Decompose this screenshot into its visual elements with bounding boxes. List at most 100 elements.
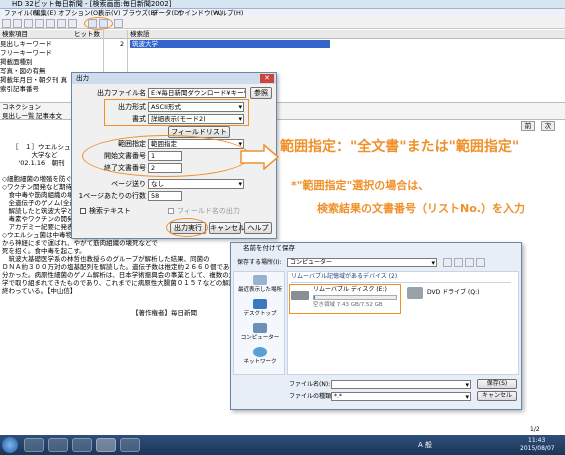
nav-computer[interactable]: コンピューター [235,335,285,342]
menu-edit[interactable]: 編集(E) [34,9,56,18]
article-line: 毒素やワクチンの開発に [2,215,81,223]
hit-count: 2 [120,40,125,48]
drive-highlight [289,284,401,314]
page-indicator: 1/2 [530,426,540,433]
article-line: 死を招く。食中毒を起こす。 [2,247,86,255]
article-line: 大学など [12,151,58,159]
list-icon[interactable] [24,19,33,28]
menu-help[interactable]: ヘルプ(H) [214,9,243,18]
recent-places-icon [253,275,267,285]
article-line: 分かった。病原性細菌のゲノム解析は、日本学術振興会の事業として、複数の大 [2,271,236,279]
save-filename-input[interactable] [331,380,471,389]
table-row[interactable]: フリーキーワード [0,49,120,57]
range-highlight [82,135,250,177]
article-line: 筑波大基礎医学系の林哲也教授らのグループが解析した結果、同菌の [2,255,210,263]
save-cancel-button[interactable]: キャンセル [477,391,517,401]
save-location-select[interactable]: コンピューター [287,258,437,267]
drive-dvd[interactable]: DVD ドライブ (Q:) [407,285,511,305]
output-dialog-title: 出力 [72,73,276,84]
table-row[interactable]: 掲載面種別 [0,58,120,66]
toolbar [0,17,565,30]
search-table-header: 検索項目 ヒット数 検索語 [0,30,565,39]
section-divider [291,282,511,283]
article-line: 食中毒や筋肉組織の壊 [2,191,74,199]
col-hits: ヒット数 [74,30,100,38]
new-folder-icon[interactable] [465,258,474,267]
nav-network[interactable]: ネットワーク [235,359,285,366]
search-icon[interactable] [13,19,22,28]
next-icon[interactable] [57,19,66,28]
nav-desktop[interactable]: デスクトップ [235,311,285,318]
filename-label: 出力ファイル名 [97,89,146,97]
run-highlight [166,218,208,237]
format-highlight [104,99,249,126]
next-article-button[interactable]: 次 [541,121,555,131]
window-title-bar: HD 32ビット毎日新聞 - [検索画面:毎日新聞2002] [0,0,565,9]
network-icon [253,347,267,357]
computer-icon [253,323,267,333]
lines-per-page-input[interactable]: 58 [148,191,182,201]
explorer-icon[interactable] [48,438,68,452]
media-player-icon[interactable] [72,438,92,452]
nav-recent[interactable]: 最近表示した場所 [235,287,285,294]
prev-icon[interactable] [46,19,55,28]
article-icon[interactable] [35,19,44,28]
cancel-button[interactable]: キャンセル [209,222,245,234]
lines-per-page-label: 1ページあたりの行数 [78,192,146,200]
pane-label: コネクション [2,103,41,111]
newspaper-app-icon[interactable] [96,438,116,452]
article-line: 解読したと筑波大学と東 [2,207,81,215]
field-name-label: フィールド名の出力 [177,207,240,215]
start-button[interactable] [2,437,18,453]
save-location-label: 保存する場所(I): [237,259,282,266]
article-line: ◇ウエルシュ菌は中毒物質 [2,231,79,239]
ime-indicator[interactable]: A 般 [418,441,432,449]
open-icon[interactable] [2,19,11,28]
clock-date[interactable]: 2015/08/07 [520,445,555,452]
print-icon[interactable] [68,19,77,28]
page-break-label: ページ送り [111,180,146,188]
prev-article-button[interactable]: 前 [521,121,535,131]
close-icon[interactable]: ✕ [260,74,274,83]
save-filename-label: ファイル名(N): [289,381,331,388]
article-line: '02.1.16 朝刊 [12,159,65,167]
article-line: 学で取り組まれてきたものであり、これまでに病原性大腸菌０１５７などの解読を [2,279,242,287]
window-title: HD 32ビット毎日新聞 - [検索画面:毎日新聞2002] [12,0,172,8]
help-icon[interactable] [114,19,123,28]
table-row[interactable]: 見出しキーワード [0,40,120,48]
article-line: から神経にまで運ばれ、やがて筋肉組織の壊死などで [2,239,158,247]
search-text-checkbox[interactable] [80,208,86,214]
tab-article[interactable]: 記事本文 [36,112,62,120]
article-line: アカデミー紀要に発表 [2,223,74,231]
search-text-label: 検索テキスト [89,207,131,215]
range-note-callout-2: 検索結果の文書番号（リストNo.）を入力 [317,202,525,215]
save-as-dialog: 名前を付けて保存 保存する場所(I): コンピューター 最近表示した場所 デスク… [230,242,522,410]
toolbar-highlight-oval [84,17,113,30]
clock-time[interactable]: 11:43 [528,437,545,444]
filename-input[interactable]: E:¥毎日新聞ダウンロード¥キーワ [148,88,246,98]
page-break-select[interactable]: なし [148,179,244,189]
word-icon[interactable] [120,438,140,452]
tab-headline-list[interactable]: 見出し一覧 [2,112,35,120]
article-line: ◇細胞細菌の増殖を防ぐ [2,175,72,183]
back-icon[interactable] [443,258,452,267]
range-note-callout: *"範囲指定"選択の場合は、 [291,179,430,192]
view-menu-icon[interactable] [476,258,485,267]
article-line: ◇ワクチン開発など期待 [2,183,72,191]
help-button[interactable]: ヘルプ [244,222,272,234]
arrow-icon [240,144,280,170]
up-folder-icon[interactable] [454,258,463,267]
col-query: 検索語 [130,30,150,38]
article-footer: 【著作権者】毎日新聞 [132,309,197,317]
col-field: 検索項目 [2,30,28,38]
ie-icon[interactable] [24,438,44,452]
field-name-checkbox[interactable] [168,208,174,214]
drive2-name: DVD ドライブ (Q:) [427,289,480,296]
article-line: ＤＮＡ約３００万対の塩基配列を解読した。遺伝子数は推定約２６６０個であることが [2,263,256,271]
save-filetype-select[interactable]: *.* [331,392,471,401]
save-button[interactable]: 保存(S) [477,379,517,389]
range-callout: 範囲指定："全文書"または"範囲指定" [280,139,520,155]
save-dialog-title: 名前を付けて保存 [243,244,295,252]
query-value[interactable]: 筑波大学 [130,40,330,48]
browse-button[interactable]: 参照 [250,87,272,99]
